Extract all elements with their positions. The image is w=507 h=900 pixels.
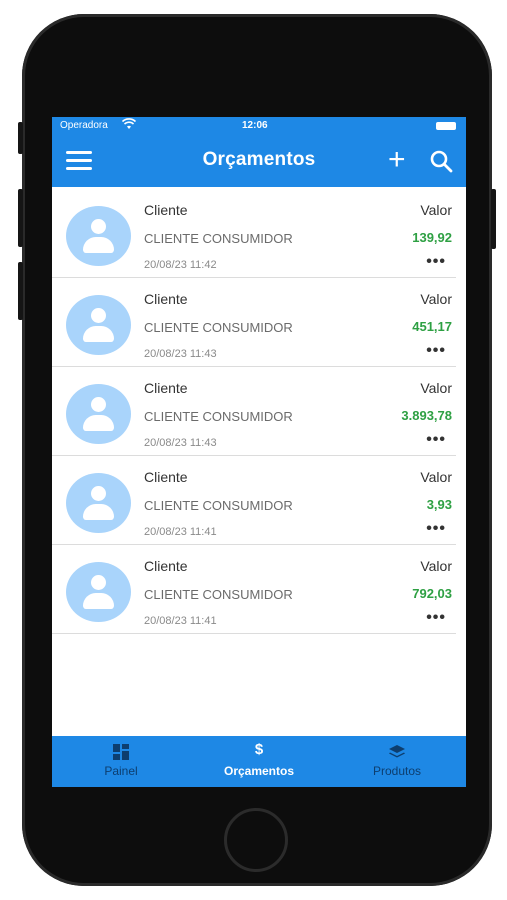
date-time: 20/08/23 11:41 — [144, 526, 217, 538]
tab-label: Produtos — [372, 764, 422, 778]
date-time: 20/08/23 11:41 — [144, 615, 217, 627]
client-name: CLIENTE CONSUMIDOR — [144, 320, 293, 335]
add-icon[interactable]: + — [388, 145, 406, 175]
client-name: CLIENTE CONSUMIDOR — [144, 409, 293, 424]
bottom-nav: Painel $ Orçamentos Produtos — [52, 736, 466, 787]
client-name: CLIENTE CONSUMIDOR — [144, 231, 293, 246]
date-time: 20/08/23 11:42 — [144, 259, 217, 271]
avatar — [66, 206, 131, 266]
client-label: Cliente — [144, 380, 188, 396]
list-item[interactable]: Cliente Valor CLIENTE CONSUMIDOR 3,93 20… — [52, 456, 456, 545]
carrier-label: Operadora — [60, 120, 108, 131]
value-label: Valor — [420, 291, 452, 307]
more-options-icon[interactable]: ••• — [426, 520, 446, 538]
dashboard-icon — [111, 744, 131, 760]
value-label: Valor — [420, 469, 452, 485]
client-label: Cliente — [144, 558, 188, 574]
status-time: 12:06 — [242, 120, 268, 131]
tab-painel[interactable]: Painel — [52, 736, 190, 787]
more-options-icon[interactable]: ••• — [426, 253, 446, 271]
status-bar: Operadora 12:06 — [52, 117, 466, 135]
amount-value: 3.893,78 — [401, 408, 452, 423]
list-item[interactable]: Cliente Valor CLIENTE CONSUMIDOR 792,03 … — [52, 545, 456, 634]
client-label: Cliente — [144, 291, 188, 307]
value-label: Valor — [420, 202, 452, 218]
value-label: Valor — [420, 380, 452, 396]
date-time: 20/08/23 11:43 — [144, 437, 217, 449]
client-name: CLIENTE CONSUMIDOR — [144, 498, 293, 513]
more-options-icon[interactable]: ••• — [426, 431, 446, 449]
dollar-icon: $ — [254, 741, 264, 758]
tab-label: Painel — [104, 764, 138, 778]
app-screen: Operadora 12:06 Orçamentos + Cliente Val… — [52, 117, 466, 787]
budget-list: Cliente Valor CLIENTE CONSUMIDOR 139,92 … — [52, 189, 466, 634]
value-label: Valor — [420, 558, 452, 574]
tab-produtos[interactable]: Produtos — [328, 736, 466, 787]
amount-value: 451,17 — [412, 319, 452, 334]
avatar — [66, 562, 131, 622]
layers-icon — [387, 744, 407, 760]
avatar — [66, 384, 131, 444]
amount-value: 3,93 — [426, 497, 452, 512]
search-icon[interactable] — [429, 149, 453, 173]
list-item[interactable]: Cliente Valor CLIENTE CONSUMIDOR 3.893,7… — [52, 367, 456, 456]
volume-down-button — [18, 262, 23, 320]
avatar — [66, 295, 131, 355]
power-button — [491, 189, 496, 249]
app-header: Orçamentos + — [52, 135, 466, 187]
client-label: Cliente — [144, 202, 188, 218]
tab-orcamentos[interactable]: $ Orçamentos — [190, 736, 328, 787]
list-item[interactable]: Cliente Valor CLIENTE CONSUMIDOR 139,92 … — [52, 189, 456, 278]
client-label: Cliente — [144, 469, 188, 485]
mute-switch — [18, 122, 23, 154]
tab-label: Orçamentos — [223, 764, 295, 778]
wifi-icon — [121, 118, 137, 133]
home-button[interactable] — [224, 808, 288, 872]
more-options-icon[interactable]: ••• — [426, 342, 446, 360]
avatar — [66, 473, 131, 533]
battery-icon — [436, 122, 456, 130]
volume-up-button — [18, 189, 23, 247]
date-time: 20/08/23 11:43 — [144, 348, 217, 360]
more-options-icon[interactable]: ••• — [426, 609, 446, 627]
client-name: CLIENTE CONSUMIDOR — [144, 587, 293, 602]
amount-value: 139,92 — [412, 230, 452, 245]
amount-value: 792,03 — [412, 586, 452, 601]
list-item[interactable]: Cliente Valor CLIENTE CONSUMIDOR 451,17 … — [52, 278, 456, 367]
